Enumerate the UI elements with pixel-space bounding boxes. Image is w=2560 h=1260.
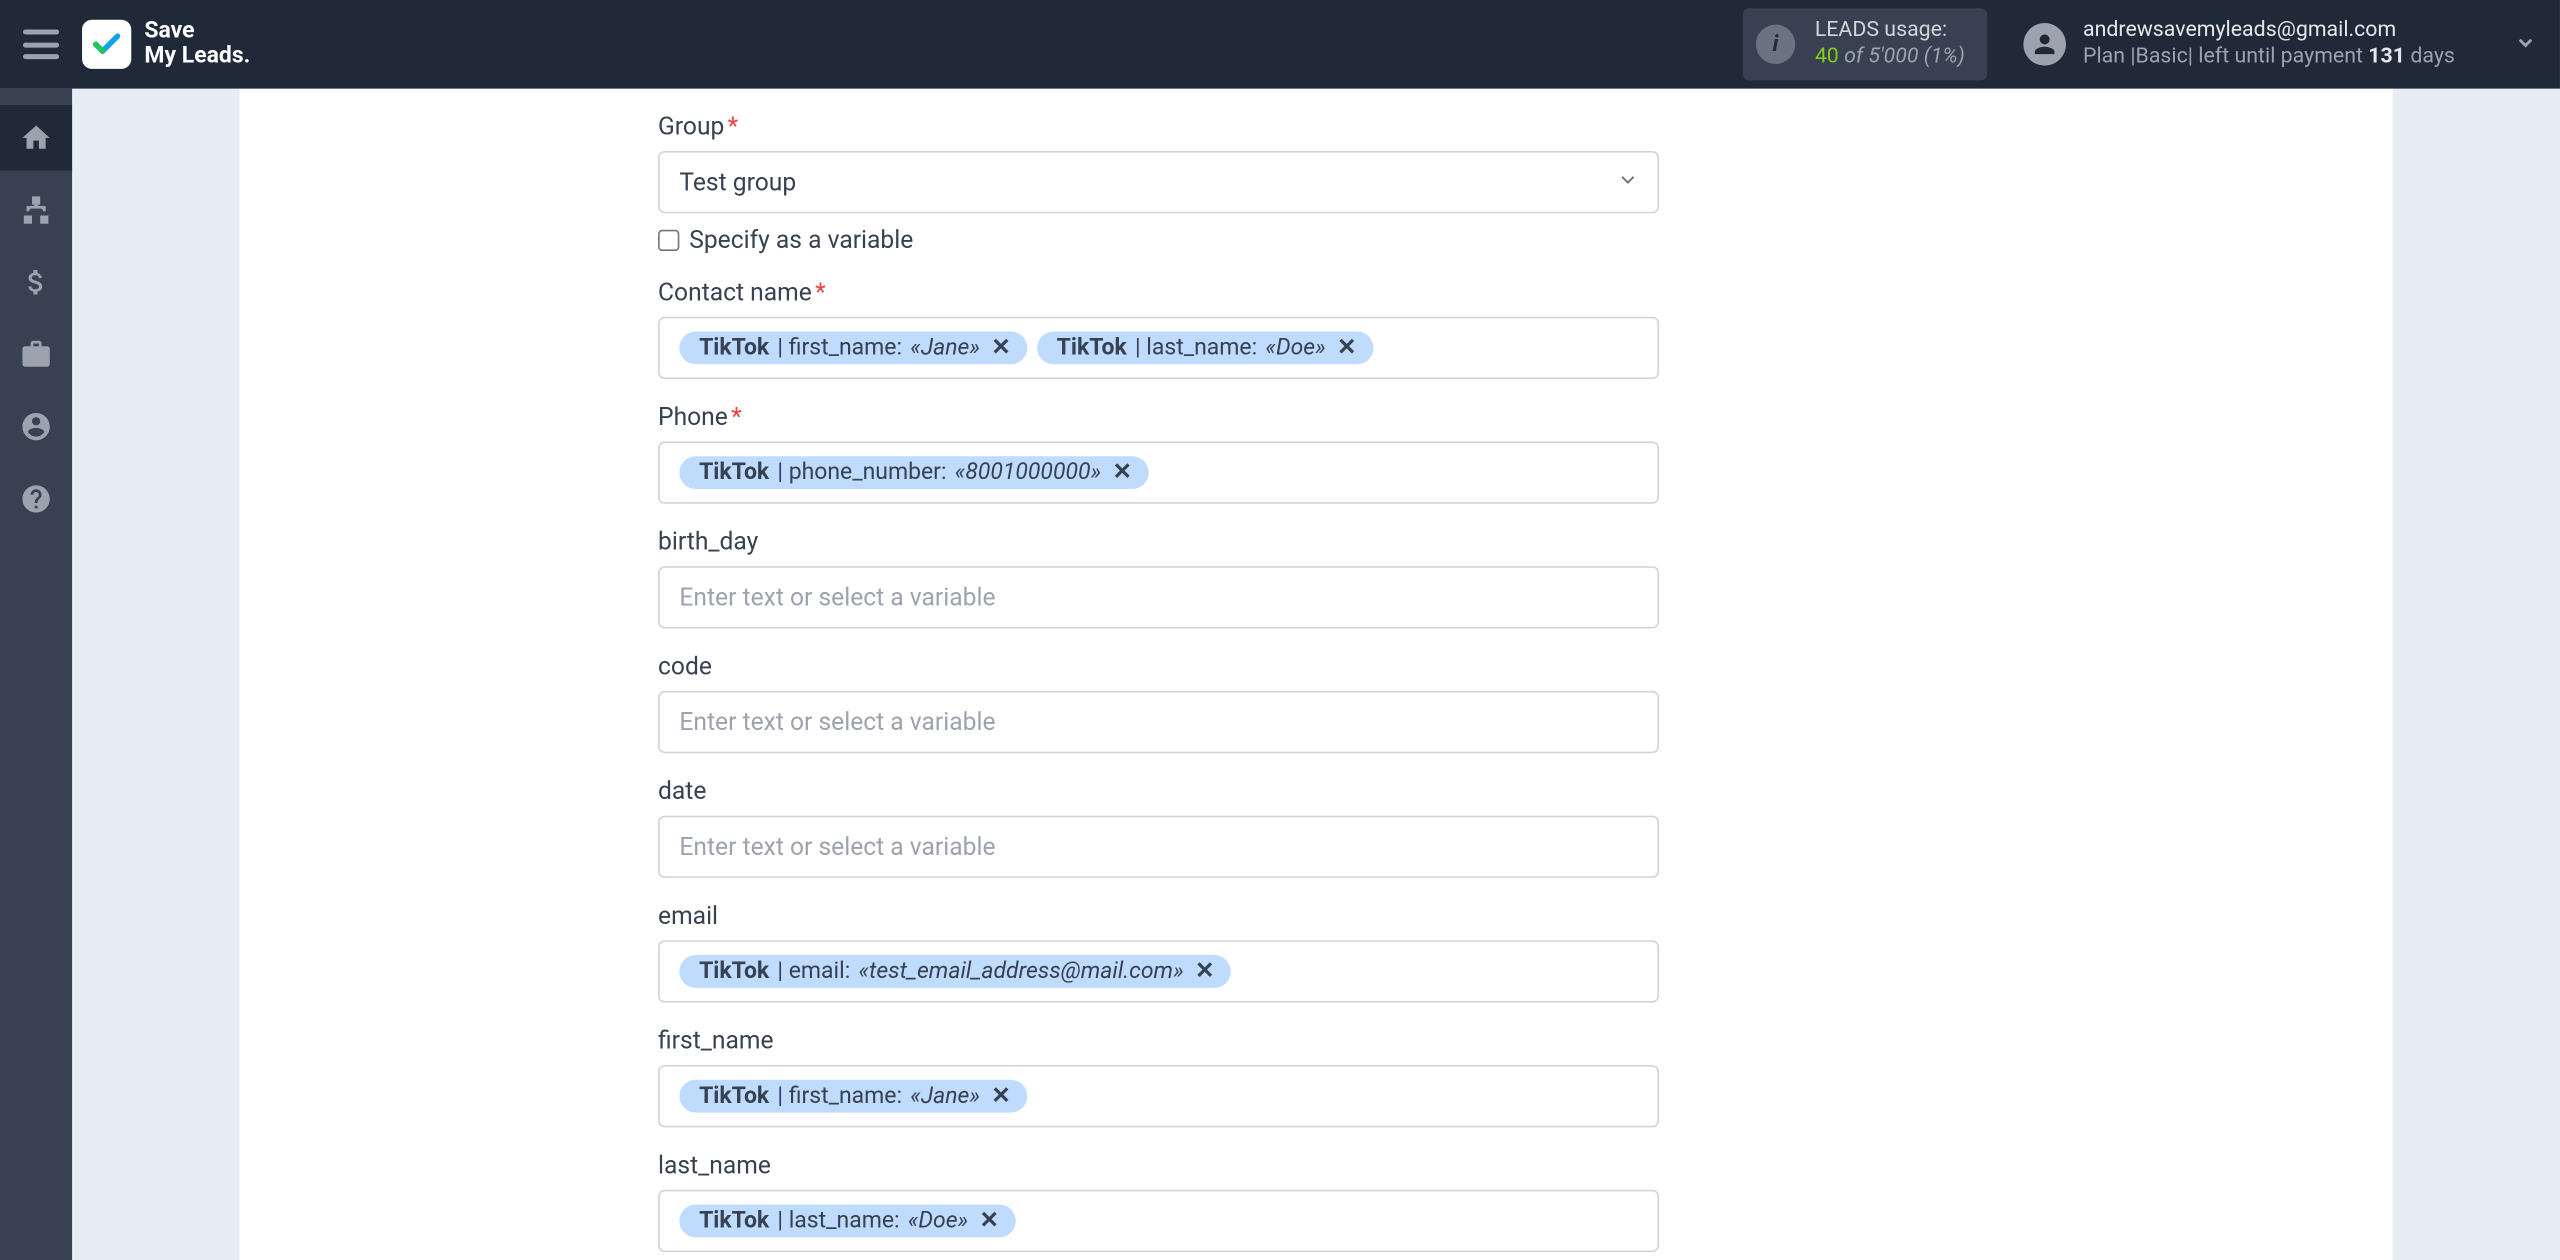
tag-phone: TikTok | phone_number: «8001000000» ✕ (679, 456, 1148, 489)
label-group: Group* (658, 112, 1659, 142)
tag-remove[interactable]: ✕ (976, 1208, 1002, 1234)
brand-name: Save My Leads. (144, 19, 250, 70)
tag-remove[interactable]: ✕ (1334, 335, 1360, 361)
user-icon (2030, 30, 2060, 60)
sidebar-item-account[interactable] (0, 394, 72, 460)
usage-text: LEADS usage: 40 of 5'000 (1%) (1815, 18, 1965, 71)
label-specify-variable: Specify as a variable (689, 225, 913, 255)
info-icon: i (1756, 25, 1795, 64)
sitemap-icon (20, 194, 53, 227)
input-contact-name[interactable]: TikTok | first_name: «Jane» ✕ TikTok | l… (658, 317, 1659, 379)
tag-remove[interactable]: ✕ (988, 1083, 1014, 1109)
chevron-down-icon (2514, 30, 2537, 53)
tag-remove[interactable]: ✕ (988, 335, 1014, 361)
home-icon (20, 121, 53, 154)
input-phone[interactable]: TikTok | phone_number: «8001000000» ✕ (658, 441, 1659, 503)
sidebar-item-connections[interactable] (0, 177, 72, 243)
label-date: date (658, 776, 1659, 806)
field-first-name: first_name TikTok | first_name: «Jane» ✕ (658, 1026, 1659, 1128)
input-birth-day[interactable]: Enter text or select a variable (658, 566, 1659, 628)
field-email: email TikTok | email: «test_email_addres… (658, 901, 1659, 1003)
input-email[interactable]: TikTok | email: «test_email_address@mail… (658, 940, 1659, 1002)
field-phone: Phone* TikTok | phone_number: «800100000… (658, 402, 1659, 504)
app-logo[interactable] (82, 20, 131, 69)
top-bar: Save My Leads. i LEADS usage: 40 of 5'00… (0, 0, 2560, 89)
checkmark-icon (90, 28, 123, 61)
field-contact-name: Contact name* TikTok | first_name: «Jane… (658, 277, 1659, 379)
label-last-name: last_name (658, 1150, 1659, 1180)
input-first-name[interactable]: TikTok | first_name: «Jane» ✕ (658, 1065, 1659, 1127)
label-phone: Phone* (658, 402, 1659, 432)
usage-count: 40 (1815, 44, 1839, 69)
sidebar-item-billing[interactable] (0, 249, 72, 315)
tag-first-name: TikTok | first_name: «Jane» ✕ (679, 331, 1027, 364)
sidebar-item-home[interactable] (0, 105, 72, 171)
brand-line2: My Leads. (144, 44, 250, 69)
label-first-name: first_name (658, 1026, 1659, 1056)
label-code: code (658, 651, 1659, 681)
field-birth-day: birth_day Enter text or select a variabl… (658, 527, 1659, 629)
account-email: andrewsavemyleads@gmail.com (2083, 18, 2455, 45)
tag-email: TikTok | email: «test_email_address@mail… (679, 955, 1230, 988)
usage-title: LEADS usage: (1815, 18, 1965, 45)
tag-first-name-solo: TikTok | first_name: «Jane» ✕ (679, 1080, 1027, 1113)
tag-remove[interactable]: ✕ (1192, 958, 1218, 984)
sidebar-item-help[interactable] (0, 466, 72, 532)
label-contact-name: Contact name* (658, 277, 1659, 307)
days-count: 131 (2368, 44, 2405, 69)
account-section[interactable]: andrewsavemyleads@gmail.com Plan |Basic|… (2024, 18, 2455, 71)
input-code[interactable]: Enter text or select a variable (658, 691, 1659, 753)
hamburger-menu[interactable] (23, 30, 59, 60)
checkbox-specify-variable[interactable] (658, 229, 679, 250)
brand-line1: Save (144, 17, 194, 43)
leads-usage-box: i LEADS usage: 40 of 5'000 (1%) (1743, 8, 1988, 81)
briefcase-icon (20, 338, 53, 371)
sidebar (0, 89, 72, 1260)
avatar (2024, 23, 2067, 66)
tag-last-name-solo: TikTok | last_name: «Doe» ✕ (679, 1204, 1015, 1237)
sidebar-item-workspace[interactable] (0, 322, 72, 388)
tag-remove[interactable]: ✕ (1109, 459, 1135, 485)
user-circle-icon (20, 410, 53, 443)
content-area: Group* Test group (72, 89, 2560, 1260)
mapping-form: Group* Test group (658, 89, 1659, 1252)
label-birth-day: birth_day (658, 527, 1659, 557)
tag-last-name: TikTok | last_name: «Doe» ✕ (1037, 331, 1373, 364)
field-last-name: last_name TikTok | last_name: «Doe» ✕ (658, 1150, 1659, 1252)
input-date[interactable]: Enter text or select a variable (658, 816, 1659, 878)
account-text: andrewsavemyleads@gmail.com Plan |Basic|… (2083, 18, 2455, 71)
account-dropdown-toggle[interactable] (2514, 29, 2537, 60)
field-group: Group* Test group (658, 112, 1659, 255)
label-email: email (658, 901, 1659, 931)
dollar-icon (20, 266, 53, 299)
field-code: code Enter text or select a variable (658, 651, 1659, 753)
help-icon (20, 482, 53, 515)
select-group-value: Test group (679, 167, 796, 197)
input-last-name[interactable]: TikTok | last_name: «Doe» ✕ (658, 1190, 1659, 1252)
field-date: date Enter text or select a variable (658, 776, 1659, 878)
select-group[interactable]: Test group (658, 151, 1659, 213)
